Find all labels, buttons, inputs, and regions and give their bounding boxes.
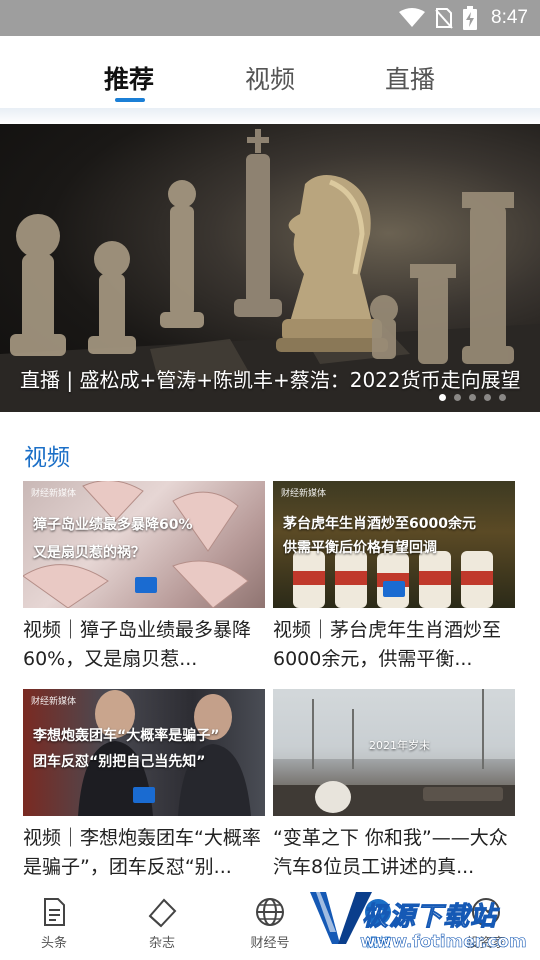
- status-time: 8:47: [491, 7, 528, 28]
- nav-headlines[interactable]: 头条: [0, 886, 108, 960]
- battery-charging-icon: [463, 6, 478, 30]
- thumbnail-headline: 茅台虎年生肖酒炒至6000余元: [283, 516, 476, 532]
- video-title[interactable]: 视频｜獐子岛业绩最多暴降60%，又是扇贝惹...: [23, 616, 265, 674]
- brand-badge-icon: [383, 581, 405, 597]
- video-card[interactable]: 财经新媒体 李想炮轰团车“大概率是骗子” 团车反怼“别把自己当先知” 视频｜李想…: [23, 689, 265, 882]
- thumbnail-headline: 供需平衡后价格有望回调: [283, 540, 437, 556]
- carousel-dot: [499, 394, 506, 401]
- tab-video[interactable]: 视频: [245, 60, 295, 96]
- status-bar: 8:47: [0, 0, 540, 36]
- video-thumbnail[interactable]: 财经新媒体 獐子岛业绩最多暴降60% 又是扇贝惹的祸？: [23, 481, 265, 608]
- wifi-icon: [399, 8, 426, 27]
- tab-indicator: [115, 98, 145, 102]
- tab-bar-shadow: [0, 108, 540, 124]
- video-card[interactable]: 2021年岁末 “变革之下 你和我”——大众汽车8位员工讲述的真...: [273, 689, 515, 882]
- thumbnail-headline: 2021年岁末: [369, 739, 430, 752]
- top-tab-bar: 推荐 视频 直播: [0, 36, 540, 110]
- watermark-text: 极源下载站: [361, 902, 498, 933]
- video-title[interactable]: 视频｜茅台虎年生肖酒炒至6000余元，供需平衡...: [273, 616, 515, 674]
- banner-caption[interactable]: 直播 | 盛松成+管涛+陈凯丰+蔡浩：2022货币走向展望: [20, 364, 521, 393]
- brand-logo: 财经新媒体: [281, 489, 327, 499]
- video-thumbnail[interactable]: 财经新媒体 李想炮轰团车“大概率是骗子” 团车反怼“别把自己当先知”: [23, 689, 265, 816]
- globe-icon: [256, 898, 284, 926]
- thumbnail-headline: 獐子岛业绩最多暴降60%: [33, 517, 193, 533]
- thumbnail-headline: 又是扇贝惹的祸？: [33, 545, 145, 561]
- video-title[interactable]: “变革之下 你和我”——大众汽车8位员工讲述的真...: [273, 824, 515, 882]
- carousel-indicator: [439, 394, 506, 401]
- video-thumbnail[interactable]: 2021年岁末: [273, 689, 515, 816]
- thumbnail-headline: 李想炮轰团车“大概率是骗子”: [33, 728, 220, 744]
- nav-magazine[interactable]: 杂志: [108, 886, 216, 960]
- video-thumbnail[interactable]: 财经新媒体 茅台虎年生肖酒炒至6000余元 供需平衡后价格有望回调: [273, 481, 515, 608]
- carousel-dot: [439, 394, 446, 401]
- brand-logo: 财经新媒体: [31, 489, 77, 499]
- site-watermark: 极源下载站 www.fotimer.com: [306, 884, 527, 960]
- tab-recommend[interactable]: 推荐: [104, 60, 154, 96]
- video-card[interactable]: 财经新媒体 茅台虎年生肖酒炒至6000余元 供需平衡后价格有望回调 视频｜茅台虎…: [273, 481, 515, 674]
- nav-label: 财经号: [250, 936, 290, 951]
- video-card[interactable]: 财经新媒体 獐子岛业绩最多暴降60% 又是扇贝惹的祸？ 视频｜獐子岛业绩最多暴降…: [23, 481, 265, 674]
- section-title-video[interactable]: 视频: [24, 438, 70, 472]
- no-sim-icon: [435, 8, 453, 29]
- document-icon: [44, 898, 65, 926]
- video-title[interactable]: 视频｜李想炮轰团车“大概率是骗子”，团车反怼“别...: [23, 824, 265, 882]
- magazine-icon: [148, 898, 177, 928]
- carousel-dot: [454, 394, 461, 401]
- tab-live[interactable]: 直播: [385, 60, 435, 96]
- thumbnail-headline: 团车反怼“别把自己当先知”: [33, 754, 206, 770]
- brand-badge-icon: [133, 787, 155, 803]
- carousel-dot: [484, 394, 491, 401]
- banner-carousel[interactable]: 直播 | 盛松成+管涛+陈凯丰+蔡浩：2022货币走向展望: [0, 124, 540, 412]
- status-icons: 8:47: [399, 0, 528, 36]
- nav-label: 杂志: [148, 936, 175, 951]
- watermark-url: www.fotimer.com: [360, 932, 527, 953]
- brand-badge-icon: [135, 577, 157, 593]
- carousel-dot: [469, 394, 476, 401]
- brand-logo: 财经新媒体: [31, 697, 77, 707]
- nav-label: 头条: [40, 936, 67, 951]
